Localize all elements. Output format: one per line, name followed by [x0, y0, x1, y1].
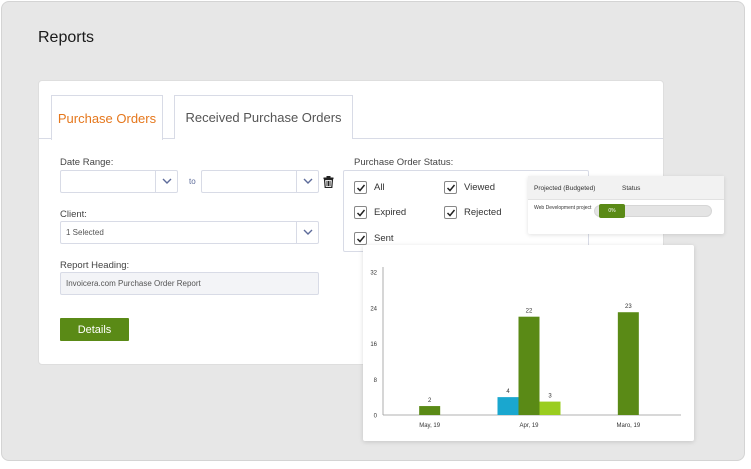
date-from-select[interactable]: [60, 170, 178, 193]
client-value: 1 Selected: [66, 228, 104, 237]
chevron-down-icon[interactable]: [155, 171, 177, 192]
check-icon[interactable]: [354, 181, 367, 194]
chevron-down-icon[interactable]: [296, 171, 318, 192]
project-table-header: Projected (Budgeted) Status: [528, 176, 724, 200]
checkbox-label: Expired: [374, 207, 407, 218]
x-tick-label: Apr, 19: [519, 423, 539, 429]
tab-received-purchase-orders[interactable]: Received Purchase Orders: [174, 95, 353, 139]
checkbox-rejected[interactable]: Rejected: [444, 206, 502, 219]
report-heading-label: Report Heading:: [60, 260, 130, 271]
column-projected: Projected (Budgeted): [534, 185, 596, 192]
app-frame: Reports Purchase Orders Received Purchas…: [1, 1, 745, 461]
project-status-card: Projected (Budgeted) Status Web Developm…: [528, 176, 724, 234]
checkbox-all[interactable]: All: [354, 181, 385, 194]
x-tick-label: May, 19: [419, 423, 441, 429]
data-label: 4: [506, 389, 510, 395]
details-button[interactable]: Details: [60, 318, 129, 341]
progress-label: 0%: [599, 204, 625, 218]
date-to-select[interactable]: [201, 170, 319, 193]
data-label: 2: [428, 398, 432, 404]
check-icon[interactable]: [444, 206, 457, 219]
chevron-down-icon[interactable]: [296, 222, 318, 243]
tab-bar: Purchase Orders Received Purchase Orders: [39, 95, 663, 140]
check-icon[interactable]: [354, 232, 367, 245]
date-range-label: Date Range:: [60, 157, 114, 168]
purchase-order-status-label: Purchase Order Status:: [354, 157, 454, 168]
checkbox-label: Rejected: [464, 207, 502, 218]
checkbox-expired[interactable]: Expired: [354, 206, 406, 219]
to-label: to: [189, 177, 196, 186]
tab-purchase-orders[interactable]: Purchase Orders: [51, 95, 163, 140]
client-label: Client:: [60, 209, 87, 220]
trash-icon[interactable]: [323, 175, 334, 193]
column-status: Status: [622, 185, 641, 192]
y-tick-label: 0: [374, 414, 378, 420]
bar-chart-card: 0 8 16 24 32 May, 19 2 Apr, 19 4 22 3 Maro, 19 23: [363, 245, 694, 441]
x-tick-label: Maro, 19: [616, 423, 640, 429]
y-tick-label: 32: [370, 271, 377, 277]
bar: [497, 397, 519, 415]
check-icon[interactable]: [444, 181, 457, 194]
bar: [539, 401, 561, 415]
bar: [617, 312, 639, 415]
y-tick-label: 16: [370, 342, 377, 348]
bar: [419, 406, 441, 415]
report-heading-input[interactable]: Invoicera.com Purchase Order Report: [60, 272, 319, 295]
client-select[interactable]: 1 Selected: [60, 221, 319, 244]
data-label: 23: [625, 304, 632, 310]
checkbox-label: Viewed: [464, 182, 495, 193]
report-heading-value: Invoicera.com Purchase Order Report: [66, 279, 201, 288]
bar-chart: 0 8 16 24 32 May, 19 2 Apr, 19 4 22 3 Maro, 19 23: [370, 267, 681, 429]
checkbox-label: Sent: [374, 233, 394, 244]
checkbox-sent[interactable]: Sent: [354, 232, 394, 245]
checkbox-label: All: [374, 182, 385, 193]
bar: [518, 316, 540, 415]
check-icon[interactable]: [354, 206, 367, 219]
y-tick-label: 24: [370, 306, 377, 312]
y-tick-label: 8: [374, 378, 378, 384]
page-title: Reports: [38, 29, 95, 46]
data-label: 3: [548, 394, 552, 400]
data-label: 22: [526, 309, 533, 315]
checkbox-viewed[interactable]: Viewed: [444, 181, 495, 194]
project-name: Web Development project: [534, 205, 592, 211]
